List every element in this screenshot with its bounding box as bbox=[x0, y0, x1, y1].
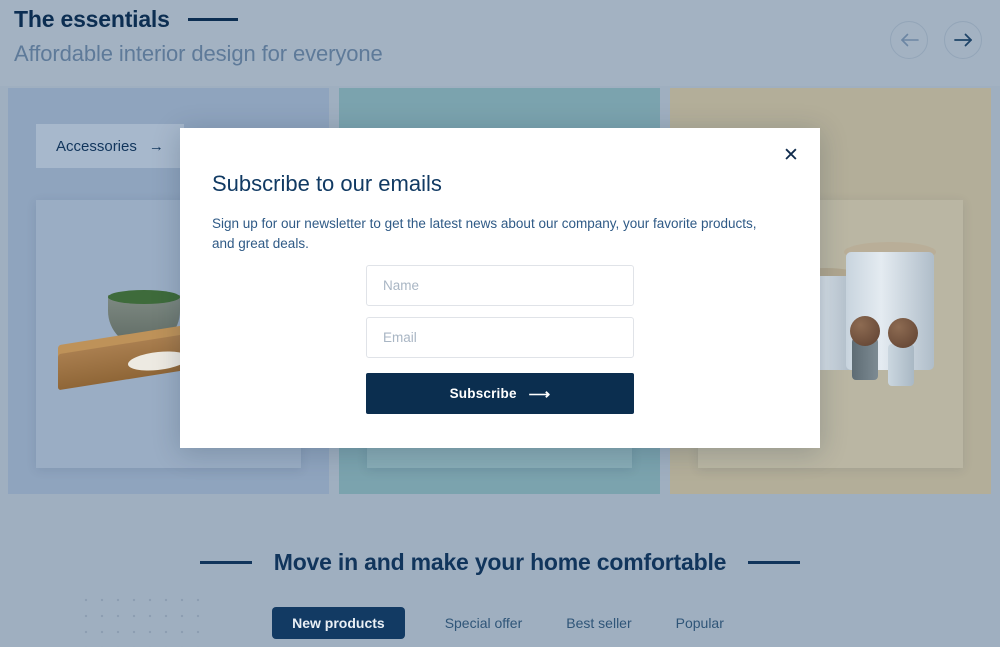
section-heading: Move in and make your home comfortable bbox=[273, 549, 727, 575]
title-accent-dash bbox=[187, 18, 238, 21]
tab-popular[interactable]: Popular bbox=[672, 608, 728, 638]
wooden-knob-shape bbox=[850, 316, 880, 346]
page-subtitle: Affordable interior design for everyone bbox=[14, 41, 383, 66]
close-icon[interactable]: ✕ bbox=[776, 140, 806, 170]
page-root: The essentials Affordable interior desig… bbox=[0, 0, 1000, 647]
product-tabs: New products Special offer Best seller P… bbox=[0, 607, 1000, 639]
modal-description: Sign up for our newsletter to get the la… bbox=[212, 216, 757, 251]
bottom-heading-row: Move in and make your home comfortable bbox=[0, 549, 1000, 576]
subscribe-button[interactable]: Subscribe ⟶ bbox=[366, 373, 634, 414]
subscribe-button-label: Subscribe bbox=[449, 386, 517, 401]
subscribe-form: Subscribe ⟶ bbox=[366, 265, 634, 414]
name-input[interactable] bbox=[366, 265, 634, 306]
modal-title: Subscribe to our emails bbox=[212, 171, 442, 196]
heading-dash-right bbox=[748, 561, 801, 564]
wooden-knob-shape bbox=[888, 318, 918, 348]
card-cta-label: Accessories bbox=[56, 137, 137, 155]
carousel-nav bbox=[890, 21, 982, 59]
arrow-right-icon bbox=[953, 33, 973, 47]
arrow-right-icon: ⟶ bbox=[528, 385, 551, 403]
carousel-next-button[interactable] bbox=[944, 21, 982, 59]
card-cta-accessories[interactable]: Accessories → bbox=[36, 124, 184, 168]
subscribe-modal: ✕ Subscribe to our emails Sign up for ou… bbox=[180, 128, 820, 448]
page-title: The essentials bbox=[14, 6, 170, 32]
tab-best-seller[interactable]: Best seller bbox=[562, 608, 635, 638]
email-input[interactable] bbox=[366, 317, 634, 358]
carousel-prev-button[interactable] bbox=[890, 21, 928, 59]
tab-special-offer[interactable]: Special offer bbox=[441, 608, 527, 638]
arrow-right-icon: → bbox=[148, 137, 164, 155]
arrow-left-icon bbox=[900, 33, 919, 47]
section-header: The essentials Affordable interior desig… bbox=[0, 0, 1000, 86]
bowl-rim-shape bbox=[108, 290, 180, 304]
header-title-row: The essentials bbox=[14, 6, 238, 33]
peg-shape bbox=[888, 344, 914, 386]
tab-new-products[interactable]: New products bbox=[272, 607, 405, 639]
heading-dash-left bbox=[199, 561, 252, 564]
